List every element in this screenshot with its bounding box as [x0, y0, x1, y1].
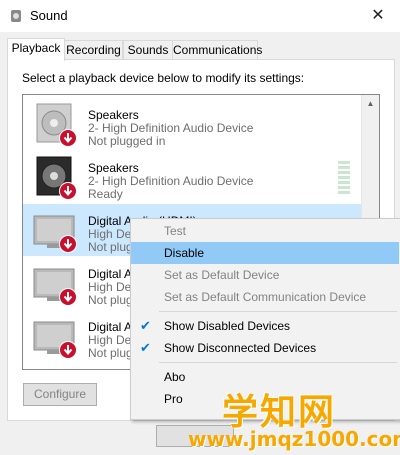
- window-title: Sound: [30, 8, 68, 23]
- menu-item-label: Pro: [164, 392, 183, 406]
- menu-item-disable[interactable]: Disable: [131, 242, 399, 264]
- unplugged-badge-icon: [59, 288, 77, 306]
- menu-item-label: Abo: [164, 370, 186, 384]
- tab-communications[interactable]: Communications: [172, 40, 262, 59]
- instruction-text: Select a playback device below to modify…: [22, 71, 305, 85]
- speaker-icon: [11, 10, 21, 22]
- menu-item-test[interactable]: Test: [131, 220, 399, 242]
- device-name: Digital A: [88, 267, 133, 281]
- watermark-url: www.jmqz1000.com: [188, 427, 400, 451]
- tab-playback[interactable]: Playback: [7, 38, 65, 61]
- device-name: Speakers: [88, 108, 139, 122]
- menu-item-label: Test: [164, 224, 187, 238]
- menu-separator: [159, 311, 397, 312]
- tab-sounds[interactable]: Sounds: [123, 40, 173, 59]
- menu-item-label: Set as Default Communication Device: [164, 290, 367, 304]
- monitor-icon: [33, 215, 77, 253]
- watermark: 学知网 www.jmqz1000.com: [188, 383, 400, 455]
- volume-level-meter: [338, 161, 350, 196]
- menu-item-label: Show Disabled Devices: [164, 319, 291, 333]
- device-status: Not plug: [88, 346, 133, 360]
- menu-item-label: Show Disconnected Devices: [164, 341, 317, 355]
- speaker-icon: [36, 103, 77, 147]
- device-driver: 2- High Definition Audio Device: [88, 174, 254, 188]
- menu-item-set-default-device[interactable]: Set as Default Device: [131, 264, 399, 286]
- unplugged-badge-icon: [59, 129, 77, 147]
- device-driver: High De: [88, 280, 132, 294]
- device-status: Ready: [88, 187, 123, 201]
- device-status: Not plug: [88, 293, 133, 307]
- close-button[interactable]: ✕: [356, 0, 400, 32]
- checkmark-icon: ✔: [140, 340, 151, 355]
- device-name: Digital A: [88, 320, 133, 334]
- title-bar: Sound ✕: [0, 0, 400, 32]
- list-item-device[interactable]: Speakers 2- High Definition Audio Device…: [23, 151, 361, 203]
- tab-recording[interactable]: Recording: [64, 40, 123, 59]
- menu-item-set-default-communication-device[interactable]: Set as Default Communication Device: [131, 286, 399, 308]
- device-driver: High De: [88, 333, 132, 347]
- device-status: Not plug: [88, 240, 133, 254]
- device-status: Not plugged in: [88, 134, 166, 148]
- unplugged-badge-icon: [59, 235, 77, 253]
- device-driver: 2- High Definition Audio Device: [88, 121, 254, 135]
- menu-item-label: Set as Default Device: [164, 268, 280, 282]
- device-driver: High De: [88, 227, 132, 241]
- device-name: Speakers: [88, 161, 139, 175]
- configure-button[interactable]: Configure: [23, 383, 97, 406]
- menu-item-show-disconnected-devices[interactable]: ✔ Show Disconnected Devices: [131, 337, 399, 359]
- speaker-icon: [36, 156, 77, 200]
- scroll-up-arrow-icon[interactable]: ▲: [362, 95, 379, 112]
- unplugged-badge-icon: [59, 182, 77, 200]
- monitor-icon: [33, 268, 77, 306]
- menu-item-show-disabled-devices[interactable]: ✔ Show Disabled Devices: [131, 315, 399, 337]
- list-item-device[interactable]: Speakers 2- High Definition Audio Device…: [23, 98, 361, 150]
- menu-item-label: Disable: [164, 246, 205, 260]
- unplugged-badge-icon: [59, 341, 77, 359]
- monitor-icon: [33, 321, 77, 359]
- checkmark-icon: ✔: [140, 318, 151, 333]
- menu-separator: [159, 362, 397, 363]
